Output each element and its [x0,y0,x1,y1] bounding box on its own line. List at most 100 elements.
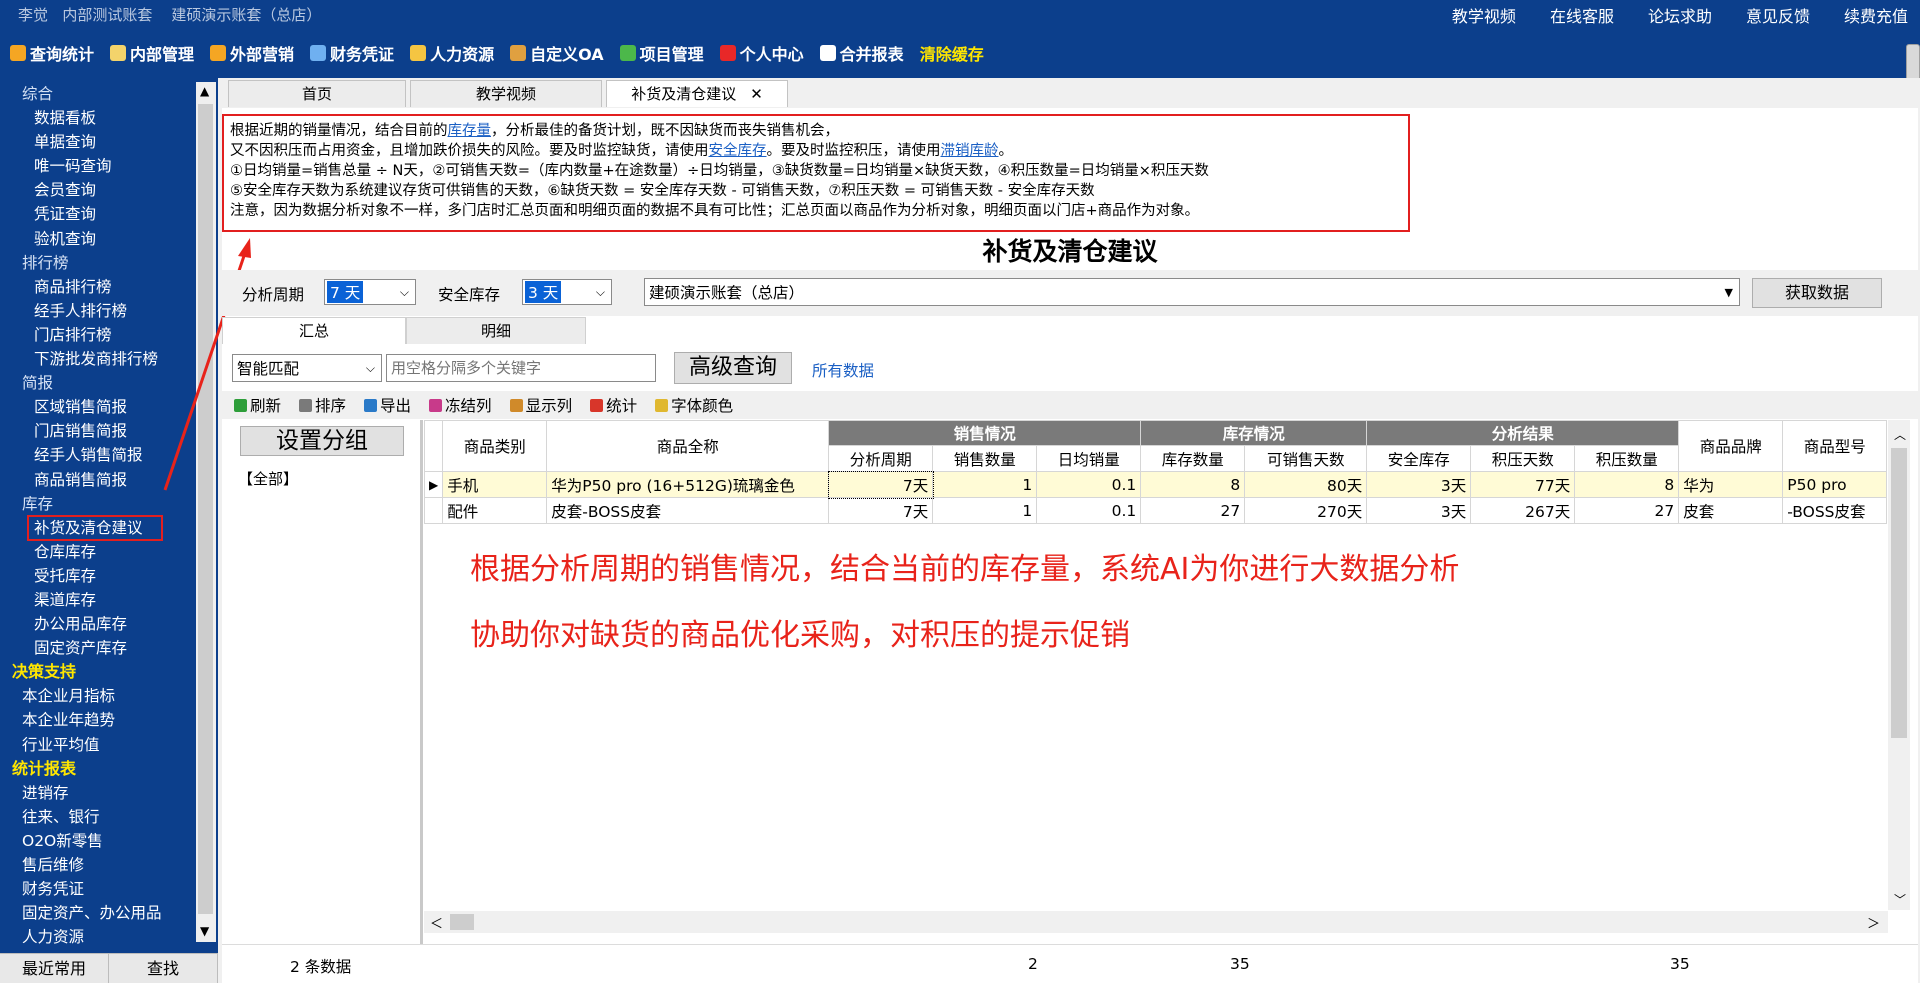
safety-stock-link[interactable]: 安全库存 [709,143,767,159]
sidebar-item-18[interactable]: 补货及清仓建议 [27,514,163,541]
menu-item-5[interactable]: 自定义OA [510,41,604,65]
cell-model[interactable]: -BOSS皮套 [1782,497,1888,524]
cell-model[interactable]: P50 pro [1782,471,1888,498]
cell-days[interactable]: 80天 [1244,471,1368,498]
tab-replenishment[interactable]: 补货及清仓建议 ✕ [606,80,788,107]
menu-item-3[interactable]: 财务凭证 [310,41,394,65]
cell-category[interactable]: 手机 [442,471,548,498]
col-header-name[interactable]: 商品全称 [546,420,830,472]
col-header-sales-qty[interactable]: 销售数量 [932,445,1038,472]
toolbar-button-3[interactable]: 冻结列 [429,394,492,416]
menu-item-8[interactable]: 合并报表 [819,41,904,65]
slow-moving-link[interactable]: 滞销库龄 [941,143,999,159]
tab-summary[interactable]: 汇总 [222,317,406,344]
sidebar-item-4[interactable]: 会员查询 [0,178,196,202]
tab-home[interactable]: 首页 [228,80,406,107]
toolbar-button-5[interactable]: 统计 [590,394,637,416]
col-header-brand[interactable]: 商品品牌 [1678,420,1784,472]
cell-days[interactable]: 270天 [1244,497,1368,524]
sidebar-item-31[interactable]: O2O新零售 [0,829,196,853]
tab-detail[interactable]: 明细 [406,317,586,345]
sidebar-item-2[interactable]: 单据查询 [0,130,196,154]
group-all-item[interactable]: 【全部】 [238,468,298,489]
toolbar-button-0[interactable]: 刷新 [234,394,281,416]
scroll-left-icon[interactable]: ＜ [430,913,443,932]
cell-safety[interactable]: 3天 [1366,471,1472,498]
table-row[interactable]: 配件 皮套-BOSS皮套 7天 1 0.1 27 270天 3天 267天 27 皮套 -BOSS皮套 [424,497,1888,524]
col-header-daily-sales[interactable]: 日均销量 [1036,445,1142,472]
col-header-overstock-qty[interactable]: 积压数量 [1574,445,1680,472]
feedback-link[interactable]: 意见反馈 [1730,3,1810,27]
sidebar-item-34[interactable]: 固定资产、办公用品 [0,901,196,925]
sidebar-item-27[interactable]: 行业平均值 [0,733,196,757]
sidebar-item-29[interactable]: 进销存 [0,781,196,805]
cell-period[interactable]: 7天 [827,470,934,499]
keyword-search-input[interactable] [386,354,656,382]
sidebar-item-1[interactable]: 数据看板 [0,106,196,130]
sidebar-item-19[interactable]: 仓库库存 [0,540,196,564]
sidebar-item-32[interactable]: 售后维修 [0,853,196,877]
grid-vscroll-thumb[interactable] [1891,448,1907,738]
cell-od[interactable]: 77天 [1470,471,1576,498]
sidebar-item-25[interactable]: 本企业月指标 [0,684,196,708]
sidebar-item-35[interactable]: 人力资源 [0,925,196,949]
scroll-up-icon[interactable]: ▲ [200,84,209,98]
col-header-overstock-days[interactable]: 积压天数 [1470,445,1576,472]
menu-item-1[interactable]: 内部管理 [110,41,194,65]
tutorial-video-link[interactable]: 教学视频 [1436,3,1516,27]
sidebar-scrollbar[interactable]: ▲ ▼ [196,82,216,942]
cell-qty[interactable]: 1 [932,497,1038,524]
all-data-link[interactable]: 所有数据 [812,359,874,381]
close-icon[interactable]: ✕ [750,85,763,103]
fetch-data-button[interactable]: 获取数据 [1752,278,1882,308]
grid-vertical-scrollbar[interactable]: ︿ ﹀ [1888,420,1910,910]
store-select[interactable]: 建硕演示账套（总店） ▼ [644,278,1740,306]
cell-stock[interactable]: 27 [1140,497,1246,524]
recharge-link[interactable]: 续费充值 [1828,3,1908,27]
sidebar-item-3[interactable]: 唯一码查询 [0,154,196,178]
tab-tutorial-video[interactable]: 教学视频 [410,80,602,107]
period-select[interactable]: 7 天 ⌵ [324,279,416,305]
safety-select[interactable]: 3 天 ⌵ [522,279,612,305]
cell-name[interactable]: 华为P50 pro (16+512G)琉璃金色 [546,471,830,498]
menu-item-7[interactable]: 个人中心 [719,41,804,65]
sidebar-item-21[interactable]: 渠道库存 [0,588,196,612]
grid-hscroll-thumb[interactable] [450,914,474,930]
cell-safety[interactable]: 3天 [1366,497,1472,524]
cell-oq[interactable]: 8 [1574,471,1680,498]
cell-stock[interactable]: 8 [1140,471,1246,498]
panel-splitter[interactable] [420,420,423,980]
col-header-safety-stock[interactable]: 安全库存 [1366,445,1472,472]
toolbar-button-6[interactable]: 字体颜色 [655,394,733,416]
menu-item-2[interactable]: 外部营销 [210,41,294,65]
col-header-category[interactable]: 商品类别 [442,420,548,472]
toolbar-button-2[interactable]: 导出 [364,394,411,416]
cell-name[interactable]: 皮套-BOSS皮套 [546,497,830,524]
menu-item-4[interactable]: 人力资源 [410,41,494,65]
sidebar-scroll-thumb[interactable] [198,104,213,914]
scroll-up-icon[interactable]: ︿ [1894,426,1906,443]
menu-item-0[interactable]: 查询统计 [10,41,94,65]
cell-brand[interactable]: 皮套 [1678,497,1784,524]
grid-horizontal-scrollbar[interactable]: ＜ ＞ [424,911,1888,933]
sidebar-item-20[interactable]: 受托库存 [0,564,196,588]
recent-used-button[interactable]: 最近常用 [0,953,109,983]
cell-category[interactable]: 配件 [442,497,548,524]
sidebar-item-26[interactable]: 本企业年趋势 [0,708,196,732]
col-header-model[interactable]: 商品型号 [1782,420,1888,472]
sidebar-item-5[interactable]: 凭证查询 [0,202,196,226]
cell-od[interactable]: 267天 [1470,497,1576,524]
cell-qty[interactable]: 1 [932,471,1038,498]
scroll-right-icon[interactable]: ＞ [1867,913,1880,932]
scroll-down-icon[interactable]: ﹀ [1894,891,1906,908]
sidebar-item-33[interactable]: 财务凭证 [0,877,196,901]
online-service-link[interactable]: 在线客服 [1534,3,1614,27]
find-button[interactable]: 查找 [109,953,218,983]
table-row[interactable]: ▶ 手机 华为P50 pro (16+512G)琉璃金色 7天 1 0.1 8 80天 3天 77… [424,470,1888,499]
cell-oq[interactable]: 27 [1574,497,1680,524]
cell-brand[interactable]: 华为 [1678,471,1784,498]
col-header-sellable-days[interactable]: 可销售天数 [1244,445,1368,472]
col-header-period[interactable]: 分析周期 [828,445,934,472]
col-header-stock-qty[interactable]: 库存数量 [1140,445,1246,472]
menu-item-6[interactable]: 项目管理 [619,41,704,65]
